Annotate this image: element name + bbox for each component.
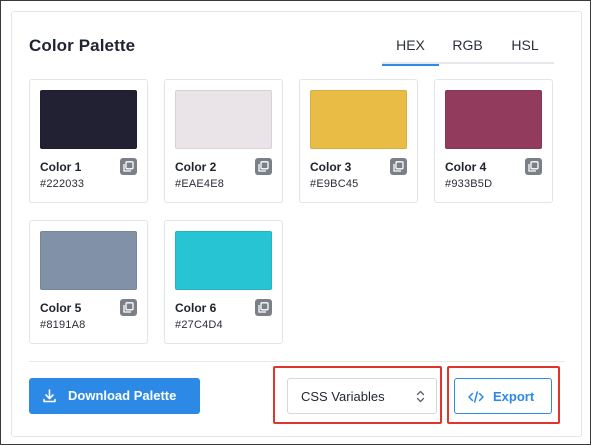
color-swatch-6[interactable] bbox=[175, 231, 272, 290]
color-card-5[interactable]: Color 5 #8191A8 bbox=[29, 220, 148, 344]
color-hex-2: #EAE4E8 bbox=[175, 178, 225, 190]
copy-icon bbox=[258, 161, 269, 172]
color-card-1[interactable]: Color 1 #222033 bbox=[29, 79, 148, 203]
color-hex-4: #933B5D bbox=[445, 178, 493, 190]
color-hex-6: #27C4D4 bbox=[175, 319, 223, 331]
color-card-6[interactable]: Color 6 #27C4D4 bbox=[164, 220, 283, 344]
copy-button-1[interactable] bbox=[120, 158, 137, 175]
color-name-5: Color 5 bbox=[40, 301, 82, 315]
color-name-3: Color 3 bbox=[310, 160, 352, 174]
download-icon bbox=[43, 389, 56, 403]
color-card-3[interactable]: Color 3 #E9BC45 bbox=[299, 79, 418, 203]
copy-button-2[interactable] bbox=[255, 158, 272, 175]
color-palette-panel: Color Palette HEX RGB HSL Color 1 #22203… bbox=[11, 11, 582, 437]
copy-button-3[interactable] bbox=[390, 158, 407, 175]
color-swatch-4[interactable] bbox=[445, 90, 542, 149]
copy-button-6[interactable] bbox=[255, 299, 272, 316]
copy-icon bbox=[123, 161, 134, 172]
app-frame: Color Palette HEX RGB HSL Color 1 #22203… bbox=[0, 0, 591, 445]
color-hex-3: #E9BC45 bbox=[310, 178, 359, 190]
copy-icon bbox=[528, 161, 539, 172]
color-hex-1: #222033 bbox=[40, 178, 85, 190]
color-hex-5: #8191A8 bbox=[40, 319, 86, 331]
copy-icon bbox=[393, 161, 404, 172]
download-palette-button[interactable]: Download Palette bbox=[29, 378, 200, 414]
code-icon bbox=[468, 391, 484, 403]
chevron-updown-icon bbox=[416, 390, 425, 403]
color-name-4: Color 4 bbox=[445, 160, 487, 174]
format-tabs: HEX RGB HSL bbox=[382, 34, 554, 66]
color-swatch-2[interactable] bbox=[175, 90, 272, 149]
download-palette-label: Download Palette bbox=[68, 388, 177, 403]
copy-icon bbox=[258, 302, 269, 313]
color-swatch-5[interactable] bbox=[40, 231, 137, 290]
color-swatch-1[interactable] bbox=[40, 90, 137, 149]
color-card-2[interactable]: Color 2 #EAE4E8 bbox=[164, 79, 283, 203]
export-button[interactable]: Export bbox=[454, 378, 552, 414]
color-name-1: Color 1 bbox=[40, 160, 82, 174]
tab-rgb[interactable]: RGB bbox=[439, 34, 496, 64]
copy-button-5[interactable] bbox=[120, 299, 137, 316]
color-name-6: Color 6 bbox=[175, 301, 217, 315]
tab-hex[interactable]: HEX bbox=[382, 34, 439, 66]
export-label: Export bbox=[493, 389, 535, 404]
tab-hsl[interactable]: HSL bbox=[496, 34, 554, 64]
color-name-2: Color 2 bbox=[175, 160, 217, 174]
copy-button-4[interactable] bbox=[525, 158, 542, 175]
copy-icon bbox=[123, 302, 134, 313]
color-card-4[interactable]: Color 4 #933B5D bbox=[434, 79, 553, 203]
color-swatch-3[interactable] bbox=[310, 90, 407, 149]
panel-title: Color Palette bbox=[29, 36, 136, 55]
footer-divider bbox=[29, 361, 565, 362]
format-select[interactable]: CSS Variables bbox=[287, 378, 437, 414]
format-select-value: CSS Variables bbox=[301, 389, 385, 404]
